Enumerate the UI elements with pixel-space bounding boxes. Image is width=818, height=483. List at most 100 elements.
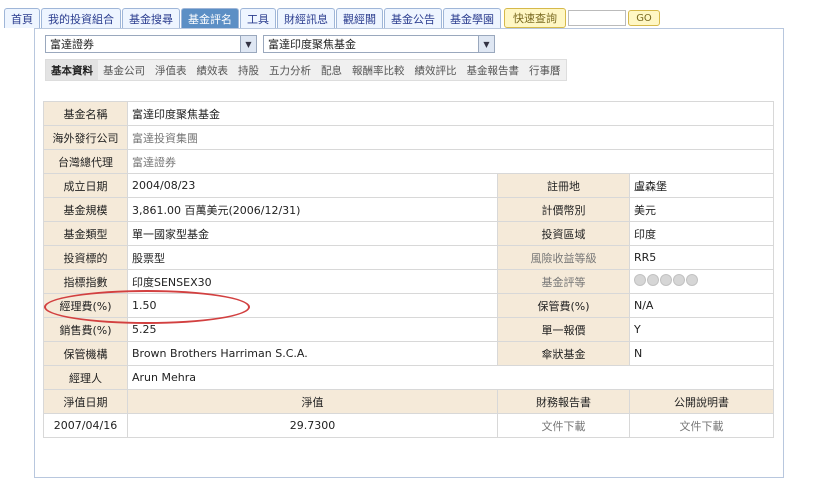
subtab-return-compare[interactable]: 報酬率比較 bbox=[347, 60, 410, 80]
fund-select[interactable]: 富達印度聚焦基金 ▼ bbox=[263, 35, 495, 53]
size-value: 3,861.00 百萬美元(2006/12/31) bbox=[127, 197, 498, 222]
nav-header: 淨值 bbox=[127, 389, 498, 414]
inception-label: 成立日期 bbox=[43, 173, 128, 198]
fund-select-value: 富達印度聚焦基金 bbox=[268, 38, 356, 51]
subtab-calendar[interactable]: 行事曆 bbox=[524, 60, 566, 80]
chevron-down-icon: ▼ bbox=[478, 36, 494, 52]
type-value: 單一國家型基金 bbox=[127, 221, 498, 246]
go-button[interactable]: GO bbox=[628, 10, 660, 26]
rating-star-icon bbox=[673, 274, 685, 286]
table-row: 成立日期 2004/08/23 註冊地 盧森堡 bbox=[43, 173, 775, 198]
issuer-label: 海外發行公司 bbox=[43, 125, 128, 150]
quick-search-input[interactable] bbox=[568, 10, 626, 26]
manager-value: Arun Mehra bbox=[126, 365, 775, 390]
index-label: 指標指數 bbox=[43, 269, 128, 294]
umbrella-value: N bbox=[628, 341, 775, 366]
region-label: 投資區域 bbox=[497, 221, 630, 246]
agent-value: 富達證券 bbox=[126, 149, 775, 174]
single-quote-label: 單一報價 bbox=[497, 317, 630, 342]
table-row: 淨值日期 淨值 財務報告書 公開說明書 bbox=[43, 389, 775, 414]
risk-label: 風險收益等級 bbox=[497, 245, 630, 270]
single-quote-value: Y bbox=[628, 317, 775, 342]
chevron-down-icon: ▼ bbox=[240, 36, 256, 52]
domicile-label: 註冊地 bbox=[497, 173, 630, 198]
content-frame: 富達證券 ▼ 富達印度聚焦基金 ▼ 基本資料 基金公司 淨值表 績效表 持股 五… bbox=[34, 28, 784, 478]
prospectus-header: 公開說明書 bbox=[628, 389, 775, 414]
subtab-fund-company[interactable]: 基金公司 bbox=[98, 60, 150, 80]
nav-date-value: 2007/04/16 bbox=[43, 413, 128, 438]
region-value: 印度 bbox=[628, 221, 775, 246]
rating-star-icon bbox=[634, 274, 646, 286]
size-label: 基金規模 bbox=[43, 197, 128, 222]
rating-star-icon bbox=[660, 274, 672, 286]
subtab-performance-rating[interactable]: 績效評比 bbox=[410, 60, 462, 80]
nav-tab-tools[interactable]: 工具 bbox=[240, 8, 276, 28]
custodian-label: 保管機構 bbox=[43, 341, 128, 366]
agent-label: 台灣總代理 bbox=[43, 149, 128, 174]
type-label: 基金類型 bbox=[43, 221, 128, 246]
table-row: 基金名稱 富達印度聚焦基金 bbox=[43, 101, 775, 126]
table-row: 2007/04/16 29.7300 文件下載 文件下載 bbox=[43, 413, 775, 438]
table-row: 海外發行公司 富達投資集團 bbox=[43, 125, 775, 150]
rating-value bbox=[628, 269, 775, 294]
report-header: 財務報告書 bbox=[497, 389, 630, 414]
risk-value: RR5 bbox=[628, 245, 775, 270]
mgmt-fee-value: 1.50 bbox=[127, 293, 498, 318]
nav-date-header: 淨值日期 bbox=[43, 389, 128, 414]
quick-search-label: 快速查詢 bbox=[504, 8, 566, 28]
top-navigation: 首頁 我的投資組合 基金搜尋 基金評名 工具 財經訊息 觀經閣 基金公告 基金學… bbox=[4, 8, 814, 28]
fund-name-label: 基金名稱 bbox=[43, 101, 128, 126]
table-row: 經理費(%) 1.50 保管費(%) N/A bbox=[43, 293, 775, 318]
manager-label: 經理人 bbox=[43, 365, 128, 390]
sales-fee-value: 5.25 bbox=[127, 317, 498, 342]
table-row: 台灣總代理 富達證券 bbox=[43, 149, 775, 174]
currency-label: 計價幣別 bbox=[497, 197, 630, 222]
rating-label: 基金評等 bbox=[497, 269, 630, 294]
table-row: 投資標的 股票型 風險收益等級 RR5 bbox=[43, 245, 775, 270]
nav-tab-announcements[interactable]: 基金公告 bbox=[384, 8, 442, 28]
nav-value: 29.7300 bbox=[127, 413, 498, 438]
issuer-value: 富達投資集團 bbox=[126, 125, 775, 150]
target-value: 股票型 bbox=[127, 245, 498, 270]
mgmt-fee-label: 經理費(%) bbox=[43, 293, 128, 318]
custody-fee-label: 保管費(%) bbox=[497, 293, 630, 318]
nav-tab-academy[interactable]: 基金學園 bbox=[443, 8, 501, 28]
custody-fee-value: N/A bbox=[628, 293, 775, 318]
table-row: 基金規模 3,861.00 百萬美元(2006/12/31) 計價幣別 美元 bbox=[43, 197, 775, 222]
subtab-fund-report[interactable]: 基金報告書 bbox=[462, 60, 525, 80]
subtab-holdings[interactable]: 持股 bbox=[233, 60, 264, 80]
nav-tab-home[interactable]: 首頁 bbox=[4, 8, 40, 28]
company-select-value: 富達證券 bbox=[50, 38, 94, 51]
table-row: 銷售費(%) 5.25 單一報價 Y bbox=[43, 317, 775, 342]
nav-tab-fund-rating[interactable]: 基金評名 bbox=[181, 8, 239, 28]
umbrella-label: 傘狀基金 bbox=[497, 341, 630, 366]
nav-tab-fund-search[interactable]: 基金搜尋 bbox=[122, 8, 180, 28]
report-download-link[interactable]: 文件下載 bbox=[497, 413, 630, 438]
subtab-basic-info[interactable]: 基本資料 bbox=[46, 60, 98, 80]
table-row: 保管機構 Brown Brothers Harriman S.C.A. 傘狀基金… bbox=[43, 341, 775, 366]
sales-fee-label: 銷售費(%) bbox=[43, 317, 128, 342]
company-select[interactable]: 富達證券 ▼ bbox=[45, 35, 257, 53]
table-row: 基金類型 單一國家型基金 投資區域 印度 bbox=[43, 221, 775, 246]
prospectus-download-link[interactable]: 文件下載 bbox=[628, 413, 775, 438]
nav-tab-portfolio[interactable]: 我的投資組合 bbox=[41, 8, 121, 28]
nav-tab-viewpoint[interactable]: 觀經閣 bbox=[336, 8, 383, 28]
target-label: 投資標的 bbox=[43, 245, 128, 270]
rating-stars bbox=[634, 274, 698, 286]
nav-tab-finance-news[interactable]: 財經訊息 bbox=[277, 8, 335, 28]
inception-value: 2004/08/23 bbox=[127, 173, 498, 198]
fund-selectors: 富達證券 ▼ 富達印度聚焦基金 ▼ bbox=[45, 35, 495, 53]
table-row: 經理人 Arun Mehra bbox=[43, 365, 775, 390]
subtab-performance[interactable]: 績效表 bbox=[192, 60, 234, 80]
fund-info-table: 基金名稱 富達印度聚焦基金 海外發行公司 富達投資集團 台灣總代理 富達證券 成… bbox=[43, 101, 775, 438]
subtab-nav-table[interactable]: 淨值表 bbox=[150, 60, 192, 80]
subtab-dividends[interactable]: 配息 bbox=[316, 60, 347, 80]
currency-value: 美元 bbox=[628, 197, 775, 222]
fund-name-value: 富達印度聚焦基金 bbox=[126, 101, 775, 126]
rating-star-icon bbox=[686, 274, 698, 286]
rating-star-icon bbox=[647, 274, 659, 286]
index-value: 印度SENSEX30 bbox=[127, 269, 498, 294]
subtab-five-force[interactable]: 五力分析 bbox=[264, 60, 316, 80]
custodian-value: Brown Brothers Harriman S.C.A. bbox=[127, 341, 498, 366]
sub-tabs: 基本資料 基金公司 淨值表 績效表 持股 五力分析 配息 報酬率比較 績效評比 … bbox=[45, 59, 567, 81]
